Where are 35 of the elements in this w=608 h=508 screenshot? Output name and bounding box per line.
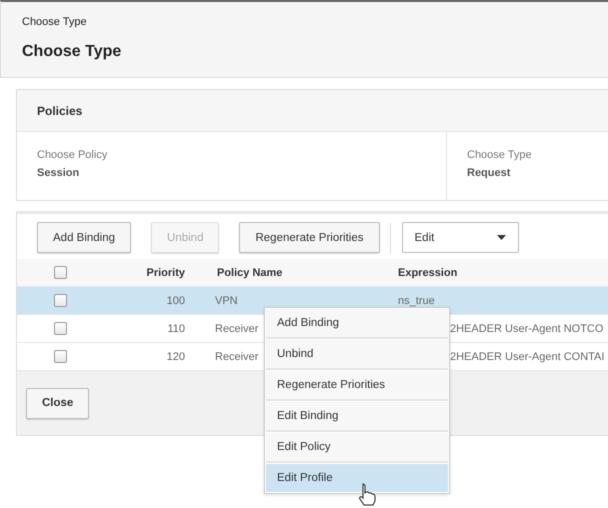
table-cell-text: 100 xyxy=(166,294,186,306)
column-header[interactable]: Priority xyxy=(103,266,201,278)
panel-heading: Policies xyxy=(17,90,608,132)
row-checkbox[interactable] xyxy=(54,350,66,363)
menu-item[interactable]: Regenerate Priorities xyxy=(266,371,448,401)
table-cell-text: 110 xyxy=(166,322,186,334)
menu-item[interactable]: Edit Policy xyxy=(266,433,448,463)
field-value: Session xyxy=(37,167,80,179)
toolbar-button[interactable]: Regenerate Priorities xyxy=(239,222,380,253)
close-button[interactable]: Close xyxy=(26,388,90,418)
field-label: Choose Policy xyxy=(37,149,108,161)
field-value: Request xyxy=(467,167,512,179)
table-cell: Receiver xyxy=(215,322,258,334)
column-header[interactable]: Expression xyxy=(398,266,458,278)
breadcrumb: Choose Type xyxy=(22,15,88,28)
table-cell: 2HEADER User-Agent CONTAI xyxy=(450,350,604,362)
caret-icon xyxy=(496,235,506,240)
table-row[interactable]: 100 VPN ns_true xyxy=(17,287,608,315)
column-header[interactable]: Policy Name xyxy=(217,266,282,278)
menu-item[interactable]: Unbind xyxy=(266,340,448,370)
page-title: Choose Type xyxy=(22,43,122,61)
select-all-checkbox[interactable] xyxy=(54,266,66,279)
toolbar-button[interactable]: Add Binding xyxy=(37,222,132,253)
table-cell-text: 120 xyxy=(166,350,186,362)
action-dropdown[interactable]: Edit xyxy=(402,222,519,253)
row-checkbox[interactable] xyxy=(54,322,66,335)
menu-item[interactable]: Add Binding xyxy=(266,309,448,339)
table-cell: Receiver xyxy=(215,350,258,362)
table-cell: ns_true xyxy=(398,294,435,306)
field-label: Choose Type xyxy=(467,149,533,161)
table-cell: 2HEADER User-Agent NOTCO xyxy=(450,322,604,334)
table-cell: VPN xyxy=(215,294,238,306)
row-checkbox[interactable] xyxy=(54,294,66,307)
menu-item[interactable]: Edit Profile xyxy=(266,464,448,492)
menu-item[interactable]: Edit Binding xyxy=(266,402,448,432)
